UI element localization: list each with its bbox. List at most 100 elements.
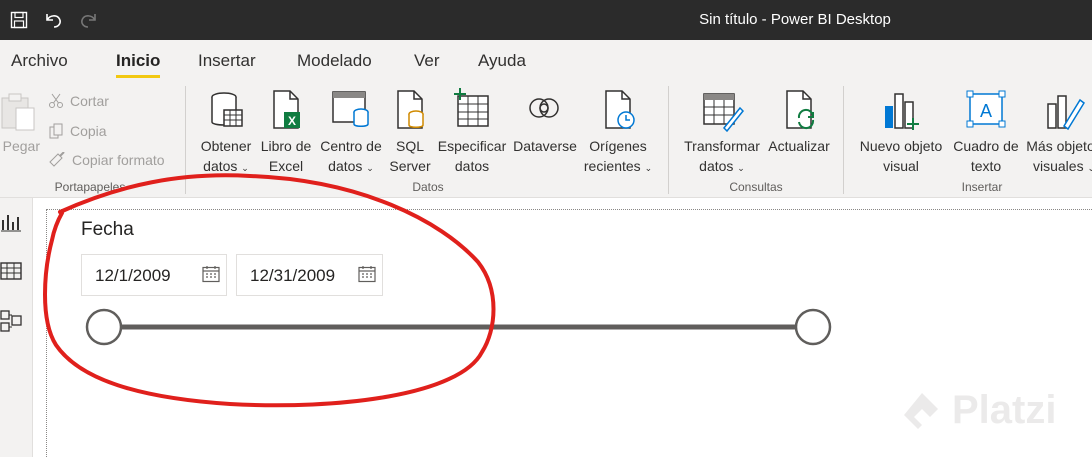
more-visuals-button[interactable]: Más objetos visuales ⌄ — [1024, 88, 1092, 178]
dataverse-label: Dataverse — [513, 138, 577, 154]
group-label-queries: Consultas — [729, 180, 783, 194]
new-visual-label-1: Nuevo objeto — [859, 138, 943, 154]
paste-label: Pegar — [2, 138, 40, 154]
start-date-value: 12/1/2009 — [95, 266, 171, 285]
chevron-down-icon: ⌄ — [737, 163, 745, 173]
sql-label-1: SQL — [395, 138, 424, 154]
scissors-icon — [49, 93, 63, 108]
tab-archivo[interactable]: Archivo — [11, 51, 68, 71]
text-box-icon: A — [966, 90, 1006, 128]
recent-sources-icon — [605, 90, 635, 129]
refresh-label: Actualizar — [768, 138, 830, 154]
title-bar: Sin título - Power BI Desktop — [0, 0, 1092, 40]
format-painter-label: Copiar formato — [72, 152, 165, 168]
enter-data-label-2: datos — [454, 158, 490, 174]
enter-data-icon — [454, 88, 489, 127]
report-view-icon[interactable] — [0, 210, 24, 234]
tab-ver[interactable]: Ver — [414, 51, 440, 71]
tab-modelado[interactable]: Modelado — [297, 51, 372, 71]
chevron-down-icon: ⌄ — [366, 163, 374, 173]
enter-data-label-1: Especificar — [437, 138, 507, 154]
platzi-logo-icon — [904, 392, 938, 429]
refresh-button[interactable]: Actualizar — [764, 88, 834, 156]
tab-ayuda[interactable]: Ayuda — [478, 51, 526, 71]
undo-icon[interactable] — [34, 0, 72, 40]
format-painter-button[interactable]: Copiar formato — [48, 149, 165, 171]
sql-label-2: Server — [389, 158, 431, 174]
more-visuals-label-1: Más objetos — [1026, 138, 1092, 154]
database-icon — [211, 92, 243, 127]
transform-label-2: datos ⌄ — [699, 158, 745, 174]
copy-icon — [49, 123, 63, 139]
range-start-handle[interactable] — [85, 308, 123, 346]
sql-server-button[interactable]: SQL Server — [386, 88, 434, 176]
slicer-title: Fecha — [81, 219, 134, 240]
transform-label-1: Transformar — [684, 138, 760, 154]
paste-icon — [1, 93, 35, 131]
tab-insertar[interactable]: Insertar — [198, 51, 256, 71]
calendar-icon[interactable] — [358, 265, 376, 283]
recent-sources-button[interactable]: Orígenes recientes ⌄ — [582, 88, 654, 178]
group-label-clipboard: Portapapeles — [54, 180, 126, 194]
platzi-watermark: Platzi — [900, 388, 1056, 433]
data-hub-label-2: datos ⌄ — [328, 158, 374, 174]
copy-label: Copia — [70, 123, 107, 139]
recent-label-2: recientes ⌄ — [583, 158, 653, 174]
dataverse-icon — [529, 98, 559, 118]
more-visuals-icon — [1047, 95, 1085, 131]
ribbon-separator — [668, 86, 669, 194]
svg-text:A: A — [980, 101, 992, 121]
data-view-icon[interactable] — [0, 260, 24, 284]
new-visual-button[interactable]: Nuevo objeto visual — [854, 88, 948, 176]
window-title: Sin título - Power BI Desktop — [699, 11, 891, 28]
sql-server-icon — [397, 90, 424, 129]
start-date-input[interactable]: 12/1/2009 — [81, 254, 227, 296]
transform-data-icon — [703, 93, 744, 132]
more-visuals-label-2: visuales ⌄ — [1024, 156, 1092, 178]
data-hub-button[interactable]: Centro de datos ⌄ — [315, 88, 387, 178]
ribbon: Pegar Cortar Copia Copiar formato Portap… — [0, 82, 1092, 198]
transform-data-button[interactable]: Transformar datos ⌄ — [680, 88, 764, 178]
chevron-down-icon: ⌄ — [1087, 163, 1092, 173]
redo-icon[interactable] — [70, 0, 108, 40]
svg-text:X: X — [288, 114, 296, 128]
group-label-data: Datos — [412, 180, 444, 194]
excel-button[interactable]: X Libro de Excel — [256, 88, 316, 176]
excel-icon: X — [273, 90, 300, 129]
calendar-icon[interactable] — [202, 265, 220, 283]
cut-label: Cortar — [70, 93, 109, 109]
range-end-handle[interactable] — [794, 308, 832, 346]
data-hub-label-1: Centro de — [320, 138, 382, 154]
ribbon-separator — [843, 86, 844, 194]
watermark-text: Platzi — [952, 388, 1057, 432]
copy-button[interactable]: Copia — [48, 120, 107, 142]
dataverse-button[interactable]: Dataverse — [509, 88, 581, 156]
enter-data-button[interactable]: Especificar datos — [436, 88, 508, 176]
cut-button[interactable]: Cortar — [48, 90, 109, 112]
format-painter-icon — [49, 152, 65, 167]
ribbon-separator — [185, 86, 186, 194]
data-hub-icon — [332, 91, 369, 127]
refresh-icon — [786, 90, 815, 130]
chevron-down-icon: ⌄ — [644, 163, 653, 173]
end-date-input[interactable]: 12/31/2009 — [236, 254, 383, 296]
get-data-button[interactable]: Obtener datos ⌄ — [196, 88, 256, 178]
end-date-value: 12/31/2009 — [250, 266, 336, 285]
text-box-label-1: Cuadro de — [953, 138, 1019, 154]
text-box-button[interactable]: A Cuadro de texto — [950, 88, 1022, 176]
new-visual-icon — [885, 93, 919, 130]
text-box-label-2: texto — [970, 158, 1002, 174]
group-label-insert: Insertar — [961, 180, 1003, 194]
left-nav-pane — [0, 198, 33, 457]
menu-bar: Archivo Inicio Insertar Modelado Ver Ayu… — [0, 40, 1092, 82]
new-visual-label-2: visual — [883, 158, 919, 174]
model-view-icon[interactable] — [0, 310, 24, 334]
chevron-down-icon: ⌄ — [241, 163, 249, 173]
get-data-label-2: datos ⌄ — [203, 158, 249, 174]
tab-inicio[interactable]: Inicio — [116, 51, 161, 78]
get-data-label-1: Obtener — [200, 138, 252, 154]
recent-label-1: Orígenes — [589, 138, 647, 154]
excel-label-2: Excel — [268, 158, 304, 174]
paste-button[interactable]: Pegar — [0, 88, 40, 156]
save-icon[interactable] — [0, 0, 38, 40]
